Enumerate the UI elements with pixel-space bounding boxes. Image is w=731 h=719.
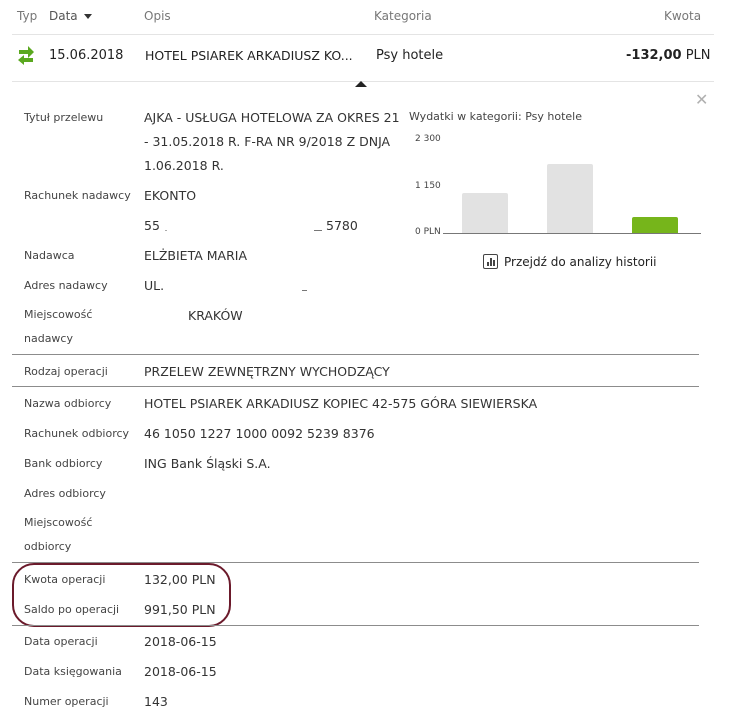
analysis-history-link[interactable]: Przejdź do analizy historii [483,254,657,269]
sort-desc-icon [84,14,93,19]
sender-city-value: KRAKÓW [188,308,243,323]
redacted-mark [165,230,167,231]
recipient-name-value: HOTEL PSIAREK ARKADIUSZ KOPIEC 42-575 GÓ… [144,396,538,411]
chart-bar[interactable] [462,192,508,233]
booking-date-value: 2018-06-15 [144,664,217,679]
bar-chart-icon [483,254,498,269]
sender-account-number-start: 55 [144,218,160,233]
chart-y-tick: 0 PLN [415,227,441,237]
recipient-city-label: Miejscowość odbiorcy [24,516,93,553]
recipient-account-value: 46 1050 1227 1000 0092 5239 8376 [144,426,375,441]
sender-address-label: Adres nadawcy [24,279,108,292]
redacted-mark [302,290,307,291]
expand-caret-icon [355,81,367,87]
transaction-amount-currency: PLN [685,48,711,63]
sender-address-value: UL. [144,278,165,293]
close-icon[interactable]: ✕ [695,90,708,109]
operation-date-label: Data operacji [24,635,98,648]
transaction-amount-value: -132,00 [626,48,682,63]
sender-value: ELŻBIETA MARIA [144,248,248,263]
transaction-date: 15.06.2018 [49,48,124,63]
column-header-amount: Kwota [664,9,702,23]
sender-account-name: EKONTO [144,188,197,203]
section-divider [12,625,699,626]
chart-bar[interactable] [632,216,678,233]
column-header-description: Opis [144,9,171,23]
column-header-date[interactable]: Data [49,9,93,23]
transaction-category: Psy hotele [376,48,444,63]
chart-bar[interactable] [547,164,593,233]
chart-y-tick: 2 300 [415,134,441,144]
transaction-description: HOTEL PSIAREK ARKADIUSZ KO... [145,48,353,63]
recipient-bank-label: Bank odbiorcy [24,457,103,470]
column-header-date-label: Data [49,9,78,23]
operation-date-value: 2018-06-15 [144,634,217,649]
sender-label: Nadawca [24,249,75,262]
chart-title: Wydatki w kategorii: Psy hotele [409,110,582,123]
section-divider [12,386,699,387]
operation-number-label: Numer operacji [24,695,109,708]
chart-y-tick: 1 150 [415,180,441,191]
recipient-bank-value: ING Bank Śląski S.A. [144,456,271,471]
title-label: Tytuł przelewu [24,111,104,124]
highlight-annotation [12,563,231,627]
sender-city-label: Miejscowość nadawcy [24,308,93,345]
header-divider [12,34,714,35]
redacted-mark [314,230,322,231]
analysis-history-link-label: Przejdź do analizy historii [504,254,657,269]
recipient-name-label: Nazwa odbiorcy [24,397,112,410]
booking-date-label: Data księgowania [24,665,122,678]
column-header-category: Kategoria [374,9,432,23]
operation-number-value: 143 [144,694,168,709]
recipient-account-label: Rachunek odbiorcy [24,427,130,440]
operation-type-label: Rodzaj operacji [24,365,108,378]
sender-account-number-end: 5780 [326,218,358,233]
operation-type-value: PRZELEW ZEWNĘTRZNY WYCHODZĄCY [144,364,390,379]
recipient-address-label: Adres odbiorcy [24,487,106,500]
transaction-amount: -132,00 PLN [626,48,711,63]
transfer-arrows-icon [16,44,36,66]
title-value: AJKA - USŁUGA HOTELOWA ZA OKRES 21 - 31.… [144,110,400,173]
column-header-type: Typ [17,9,38,23]
sender-account-label: Rachunek nadawcy [24,189,131,202]
section-divider [12,354,699,355]
chart-axis [443,233,701,234]
